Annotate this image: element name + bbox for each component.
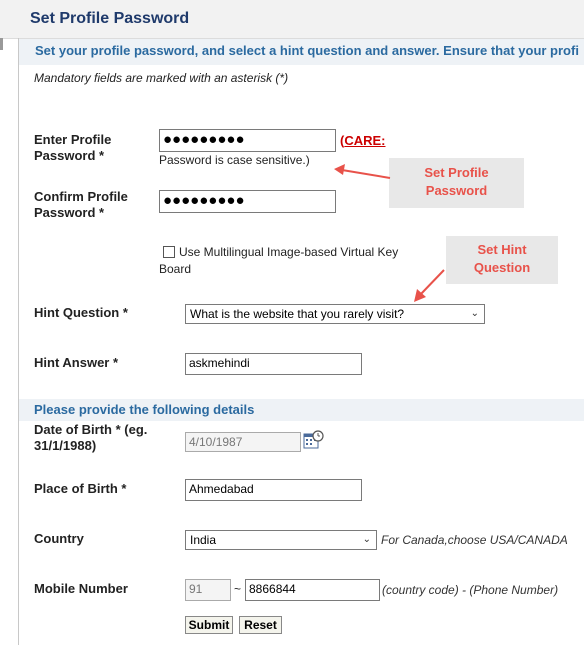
phone-number-input[interactable]: 8866844 bbox=[245, 579, 380, 601]
hint-question-select[interactable]: What is the website that you rarely visi… bbox=[185, 304, 485, 324]
dob-input[interactable]: 4/10/1987 bbox=[185, 432, 301, 452]
mobile-separator: ~ bbox=[234, 582, 242, 596]
place-of-birth-input[interactable]: Ahmedabad bbox=[185, 479, 362, 501]
password-label-line1: Enter Profile bbox=[34, 132, 112, 147]
hint-question-label: Hint Question * bbox=[34, 305, 128, 320]
password-label-line2: Password * bbox=[34, 148, 105, 163]
callout-arrow-hint bbox=[414, 269, 445, 302]
country-value: India bbox=[190, 533, 217, 547]
care-link[interactable]: CARE: bbox=[344, 133, 385, 148]
confirm-password-input[interactable]: ●●●●●●●●● bbox=[159, 190, 336, 213]
chevron-down-icon: ⌄ bbox=[362, 534, 371, 545]
callout-password-line2: Password bbox=[425, 183, 488, 198]
country-select[interactable]: India ⌄ bbox=[185, 530, 377, 550]
confirm-label-line1: Confirm Profile bbox=[34, 189, 128, 204]
dob-label-line1: Date of Birth * (eg. bbox=[34, 422, 148, 437]
virtual-keyboard-checkbox[interactable] bbox=[163, 246, 175, 258]
dob-label-line2: 31/1/1988) bbox=[34, 438, 97, 453]
country-label: Country bbox=[34, 531, 84, 546]
confirm-label: Confirm Profile Password * bbox=[34, 189, 128, 221]
password-label: Enter Profile Password * bbox=[34, 132, 111, 164]
care-note: (CARE: bbox=[340, 133, 386, 148]
password-input[interactable]: ●●●●●●●●● bbox=[159, 129, 336, 152]
reset-button[interactable]: Reset bbox=[239, 616, 282, 634]
hint-question-value: What is the website that you rarely visi… bbox=[190, 307, 405, 321]
callout-set-password: Set Profile Password bbox=[389, 158, 524, 208]
virtual-keyboard-label-line1: Use Multilingual Image-based Virtual Key bbox=[179, 245, 399, 259]
mandatory-note: Mandatory fields are marked with an aste… bbox=[34, 71, 289, 85]
country-note: For Canada,choose USA/CANADA bbox=[381, 533, 568, 547]
confirm-label-line2: Password * bbox=[34, 205, 105, 220]
page-title: Set Profile Password bbox=[30, 10, 190, 27]
callout-arrow-password bbox=[334, 164, 391, 179]
hint-answer-input[interactable]: askmehindi bbox=[185, 353, 362, 375]
left-border-tick bbox=[0, 38, 3, 50]
callout-hint-line1: Set Hint bbox=[477, 242, 527, 257]
dob-label: Date of Birth * (eg. 31/1/1988) bbox=[34, 422, 147, 454]
intro-text: Set your profile password, and select a … bbox=[35, 43, 579, 58]
case-sensitive-note: Password is case sensitive.) bbox=[159, 153, 310, 167]
callout-password-line1: Set Profile bbox=[424, 165, 489, 180]
chevron-down-icon: ⌄ bbox=[470, 308, 479, 319]
mobile-label: Mobile Number bbox=[34, 581, 128, 596]
submit-button[interactable]: Submit bbox=[185, 616, 233, 634]
virtual-keyboard-label-line2: Board bbox=[159, 262, 192, 276]
callout-hint-line2: Question bbox=[473, 260, 531, 275]
callout-set-hint: Set Hint Question bbox=[446, 236, 558, 284]
hint-answer-label: Hint Answer * bbox=[34, 355, 119, 370]
country-code-input[interactable]: 91 bbox=[185, 579, 231, 601]
place-of-birth-label: Place of Birth * bbox=[34, 481, 127, 496]
calendar-icon[interactable] bbox=[303, 430, 325, 450]
details-heading: Please provide the following details bbox=[34, 402, 255, 417]
mobile-format-hint: (country code) - (Phone Number) bbox=[382, 583, 559, 597]
